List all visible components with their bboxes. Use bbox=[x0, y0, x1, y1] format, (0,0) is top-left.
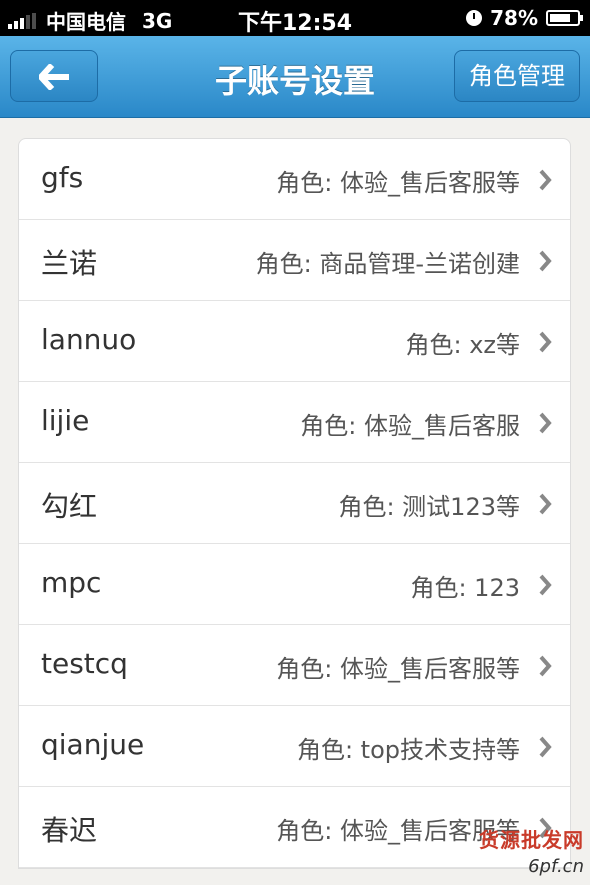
role-management-button[interactable]: 角色管理 bbox=[454, 50, 580, 102]
account-row[interactable]: mpc 角色: 123 bbox=[19, 544, 570, 625]
account-row[interactable]: gfs 角色: 体验_售后客服等 bbox=[19, 139, 570, 220]
account-row[interactable]: testcq 角色: 体验_售后客服等 bbox=[19, 625, 570, 706]
account-role: 角色: 测试123等 bbox=[338, 493, 520, 521]
chevron-right-icon bbox=[539, 169, 552, 191]
account-row[interactable]: 勾红 角色: 测试123等 bbox=[19, 463, 570, 544]
chevron-right-icon bbox=[539, 655, 552, 677]
account-role: 角色: top技术支持等 bbox=[296, 736, 520, 764]
battery-percent: 78% bbox=[490, 6, 538, 30]
account-name: 兰诺 bbox=[41, 247, 98, 280]
alarm-clock-icon bbox=[466, 10, 483, 26]
account-list: gfs 角色: 体验_售后客服等 兰诺 角色: 商品管理-兰诺创建 lannuo 角色: … bbox=[18, 138, 571, 869]
watermark-site: 6pf.cn bbox=[528, 856, 584, 877]
account-name: 春迟 bbox=[41, 814, 98, 847]
account-role: 角色: 体验_售后客服等 bbox=[276, 655, 520, 683]
account-role: 角色: 商品管理-兰诺创建 bbox=[255, 250, 520, 278]
chevron-right-icon bbox=[539, 736, 552, 758]
battery-icon bbox=[546, 10, 583, 26]
account-name: 勾红 bbox=[41, 490, 98, 523]
account-name: qianjue bbox=[41, 728, 145, 761]
chevron-right-icon bbox=[539, 412, 552, 434]
account-name: testcq bbox=[41, 647, 128, 680]
account-row[interactable]: qianjue 角色: top技术支持等 bbox=[19, 706, 570, 787]
account-role: 角色: xz等 bbox=[405, 331, 520, 359]
chevron-right-icon bbox=[539, 574, 552, 596]
nav-bar: 子账号设置 角色管理 bbox=[0, 36, 590, 118]
status-bar: 中国电信 3G 下午12:54 78% bbox=[0, 0, 590, 36]
account-name: lannuo bbox=[41, 323, 137, 356]
account-name: mpc bbox=[41, 566, 102, 599]
account-role: 角色: 体验_售后客服等 bbox=[276, 169, 520, 197]
chevron-right-icon bbox=[539, 250, 552, 272]
account-name: gfs bbox=[41, 161, 84, 194]
account-name: lijie bbox=[41, 404, 90, 437]
account-role: 角色: 体验_售后客服 bbox=[300, 412, 520, 440]
account-row[interactable]: lijie 角色: 体验_售后客服 bbox=[19, 382, 570, 463]
account-role: 角色: 123 bbox=[410, 574, 520, 602]
chevron-right-icon bbox=[539, 331, 552, 353]
watermark-text: 货源批发网 bbox=[479, 828, 584, 852]
account-row[interactable]: lannuo 角色: xz等 bbox=[19, 301, 570, 382]
account-row[interactable]: 兰诺 角色: 商品管理-兰诺创建 bbox=[19, 220, 570, 301]
chevron-right-icon bbox=[539, 493, 552, 515]
